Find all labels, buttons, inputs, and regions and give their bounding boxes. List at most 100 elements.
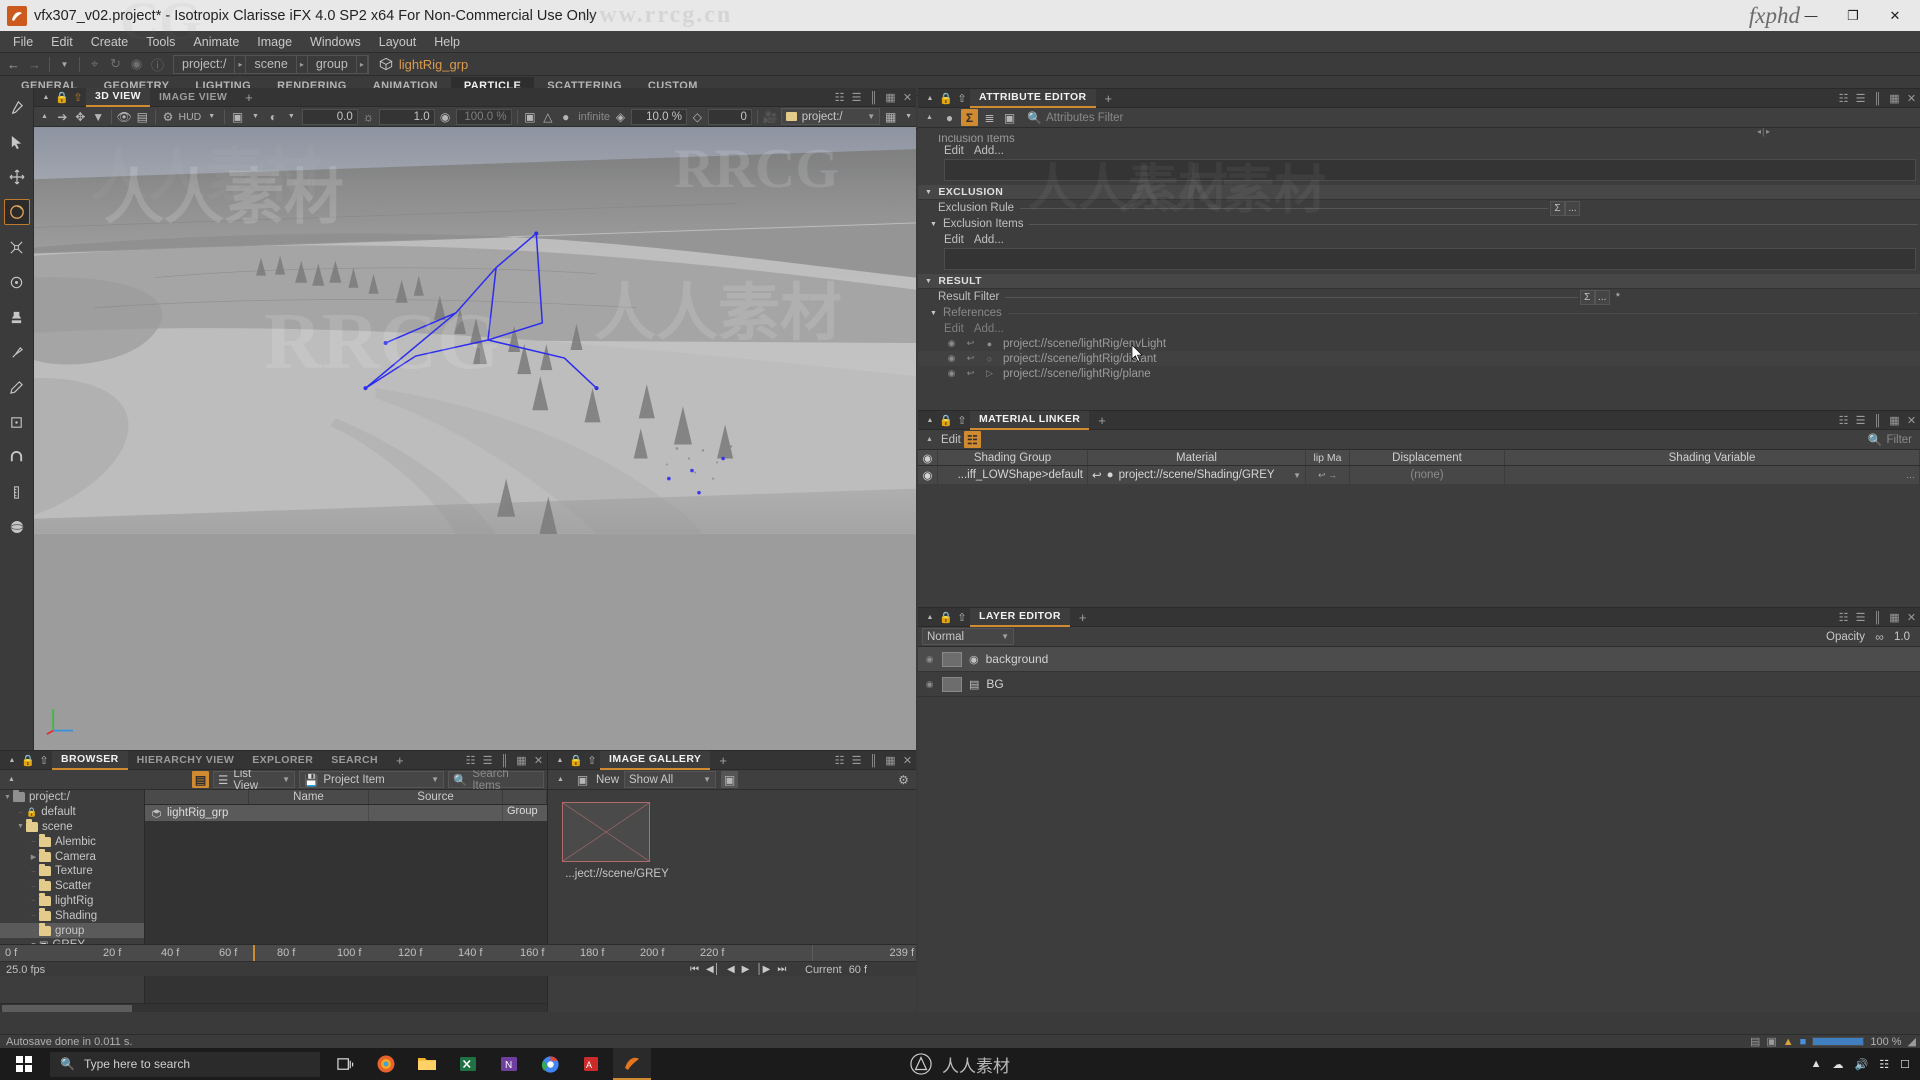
layout-single-icon[interactable]: ▦ <box>885 755 896 767</box>
quality-icon[interactable]: ◈ <box>613 108 628 125</box>
file-explorer-icon[interactable] <box>408 1048 446 1080</box>
eye-icon[interactable]: ◉ <box>946 353 957 364</box>
layout-cols-icon[interactable]: ║ <box>1872 612 1883 624</box>
close-panel-icon[interactable]: ✕ <box>533 755 544 767</box>
image-icon[interactable]: ▣ <box>574 771 591 788</box>
layout-grid-icon[interactable]: ☷ <box>834 92 845 104</box>
layout-grid-icon[interactable]: ☷ <box>1838 612 1849 624</box>
col-clip-material[interactable]: lip Ma <box>1306 450 1350 465</box>
collapse-caret-icon[interactable]: ▲ <box>921 109 938 126</box>
section-result[interactable]: ▼ RESULT <box>918 274 1920 289</box>
menu-animate[interactable]: Animate <box>184 33 248 51</box>
layout-single-icon[interactable]: ▦ <box>1889 415 1900 427</box>
tab-image-gallery[interactable]: IMAGE GALLERY <box>600 750 711 770</box>
chevron-down-icon[interactable]: ▼ <box>282 775 290 784</box>
arrow-select-icon[interactable]: ➔ <box>55 108 70 125</box>
point-cloud-icon[interactable]: ● <box>558 108 573 125</box>
table-row[interactable]: ◉ ...iff_LOWShape>default ↩ ● project://… <box>918 466 1920 484</box>
step-forward-icon[interactable]: │▶ <box>756 964 770 975</box>
layout-single-icon[interactable]: ▦ <box>1889 93 1900 105</box>
orbit-tool-icon[interactable] <box>4 269 30 295</box>
chevron-down-icon[interactable]: ▼ <box>867 112 875 121</box>
tab-explorer[interactable]: EXPLORER <box>243 751 322 770</box>
lock-icon[interactable]: 🔒 <box>568 752 584 768</box>
show-filter-selector[interactable]: Show All ▼ <box>624 771 717 788</box>
export-icon[interactable]: ⇧ <box>954 609 970 625</box>
lock-icon[interactable]: 🔒 <box>938 90 954 106</box>
blend-mode-selector[interactable]: Normal ▼ <box>922 628 1014 645</box>
windows-search-input[interactable]: 🔍 Type here to search <box>50 1051 320 1077</box>
references-add-button[interactable]: Add... <box>974 323 1004 335</box>
history-dropdown-icon[interactable]: ▼ <box>55 55 74 74</box>
hud-dropdown-icon[interactable]: ▼ <box>204 108 219 125</box>
hud-gear-icon[interactable]: ⚙ <box>161 108 176 125</box>
tab-browser[interactable]: BROWSER <box>52 750 128 770</box>
firefox-icon[interactable] <box>367 1048 405 1080</box>
list-col-source[interactable]: Source <box>369 790 503 804</box>
gamma-field[interactable]: 1.0 <box>378 108 435 125</box>
item-name-cell[interactable]: lightRig_grp <box>145 805 369 821</box>
chrome-icon[interactable] <box>531 1048 569 1080</box>
scale-tool-icon[interactable] <box>4 234 30 260</box>
refresh-icon[interactable]: ↻ <box>106 55 125 74</box>
collapse-caret-icon[interactable]: ▲ <box>3 771 20 788</box>
image-icon[interactable]: ▣ <box>522 108 537 125</box>
display-mode-icon[interactable]: ▣ <box>230 108 245 125</box>
excel-icon[interactable] <box>449 1048 487 1080</box>
chevron-right-icon[interactable]: ▸ <box>355 54 368 74</box>
layout-grid-icon[interactable]: ☷ <box>1838 415 1849 427</box>
tree-item-camera[interactable]: ▶ Camera <box>0 849 144 864</box>
back-arrow-icon[interactable]: ← <box>4 55 23 74</box>
collapse-caret-icon[interactable]: ▲ <box>552 771 569 788</box>
quality-field[interactable]: 10.0 % <box>630 108 687 125</box>
tab-hierarchy-view[interactable]: HIERARCHY VIEW <box>128 751 244 770</box>
collapse-caret-icon[interactable]: ▲ <box>921 431 938 448</box>
display-mode-caret-icon[interactable]: ▼ <box>248 108 263 125</box>
layout-rows-icon[interactable]: ☰ <box>851 755 862 767</box>
opacity-value[interactable]: 1.0 <box>1894 631 1910 643</box>
link-arrow-icon[interactable]: ↩ <box>965 353 976 364</box>
breadcrumb-project[interactable]: project:/ <box>174 55 234 74</box>
menu-tools[interactable]: Tools <box>137 33 184 51</box>
close-panel-icon[interactable]: ✕ <box>902 92 913 104</box>
forward-arrow-icon[interactable]: → <box>25 55 44 74</box>
browser-hscrollbar[interactable] <box>0 1003 547 1012</box>
cell-material[interactable]: ↩ ● project://scene/Shading/GREY ▼ <box>1088 466 1306 484</box>
add-tab-button[interactable]: + <box>236 88 262 107</box>
exclusion-items-list[interactable] <box>944 248 1916 270</box>
start-button[interactable] <box>0 1048 48 1080</box>
chevron-down-icon[interactable]: ▼ <box>431 775 439 784</box>
collapse-caret-icon[interactable]: ▲ <box>38 89 54 105</box>
network-icon[interactable]: ☷ <box>1879 1058 1889 1071</box>
near-clip-field[interactable]: 0.0 <box>301 108 358 125</box>
layout-rows-icon[interactable]: ☰ <box>1855 415 1866 427</box>
add-tab-button[interactable]: + <box>1070 608 1096 627</box>
camera-selector[interactable]: project:/ ▼ <box>780 108 881 125</box>
opacity-link-icon[interactable]: ∞ <box>1871 628 1888 645</box>
resize-grip-icon[interactable]: ◢ <box>1908 1035 1916 1048</box>
resolution-caret-icon[interactable]: ▼ <box>901 108 916 125</box>
add-tab-button[interactable]: + <box>710 751 736 770</box>
camera-icon[interactable]: 🎥 <box>763 108 778 125</box>
ml-edit-button[interactable]: Edit <box>941 434 961 446</box>
export-icon[interactable]: ⇧ <box>954 90 970 106</box>
caret-down-icon[interactable]: ▼ <box>15 823 26 830</box>
tab-layer-editor[interactable]: LAYER EDITOR <box>970 607 1070 627</box>
gallery-content[interactable]: ...ject://scene/GREY 人人素材 <box>90 143 916 1012</box>
link-arrow-icon[interactable]: ↩ <box>965 338 976 349</box>
export-icon[interactable]: ⇧ <box>70 89 86 105</box>
exposure-icon[interactable]: ◉ <box>438 108 453 125</box>
export-icon[interactable]: ⇧ <box>584 752 600 768</box>
collapse-caret-icon[interactable]: ▲ <box>922 90 938 106</box>
step-back-icon[interactable]: ◀ <box>727 964 735 975</box>
move-gizmo-icon[interactable]: ✥ <box>73 108 88 125</box>
collapse-caret-icon[interactable]: ▲ <box>552 752 568 768</box>
caret-right-icon[interactable]: ▶ <box>28 853 39 861</box>
more-options-icon[interactable]: ... <box>1565 200 1580 216</box>
select-tool-icon[interactable] <box>4 129 30 155</box>
caret-down-icon[interactable]: ▼ <box>925 189 932 196</box>
sphere-tool-icon[interactable] <box>4 514 30 540</box>
visibility-eye-icon[interactable]: 👁 <box>117 108 132 125</box>
lock-icon[interactable]: 🔒 <box>20 752 36 768</box>
list-item[interactable]: ◉ ↩ ● project://scene/lightRig/envLight <box>918 336 1920 351</box>
